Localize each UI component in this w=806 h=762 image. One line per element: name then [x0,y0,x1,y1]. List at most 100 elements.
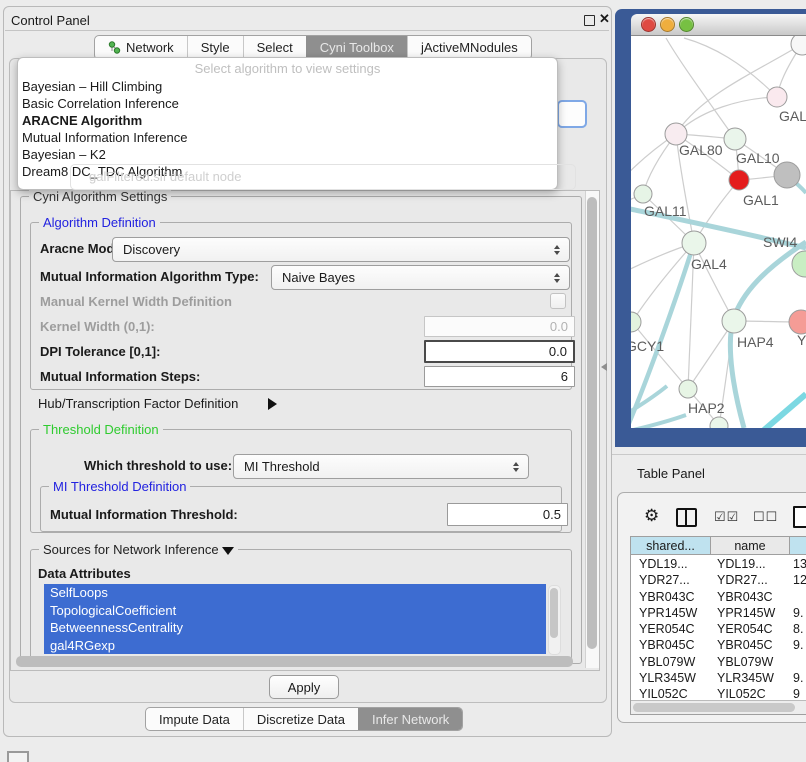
data-attribute-item[interactable]: SelfLoops [44,584,546,602]
data-attribute-item[interactable]: BetweennessCentrality [44,619,546,637]
group-title: Threshold Definition [39,422,163,437]
expand-right-icon[interactable] [268,398,277,410]
table-cell: YDR27... [631,572,711,588]
manual-kernel-checkbox[interactable] [550,293,566,309]
table-row[interactable]: YIL052CYIL052C9 [631,686,806,700]
settings-horizontal-scrollbar[interactable] [16,656,573,667]
stepper-arrows-icon [551,273,563,283]
scrollbar-thumb[interactable] [550,588,558,638]
kernel-width-input[interactable]: 0.0 [424,316,575,337]
split-columns-icon[interactable] [676,508,697,527]
network-window-titlebar[interactable] [631,14,806,36]
popup-placeholder: Select algorithm to view settings [18,58,557,78]
tab-infer-network[interactable]: Infer Network [358,708,462,730]
table-cell [790,654,806,670]
sources-title: Sources for Network Inference [43,542,219,557]
table-row[interactable]: YDL19...YDL19...13 [631,556,806,572]
tab-select[interactable]: Select [243,36,306,59]
minimize-window-icon[interactable] [660,17,675,32]
network-node-y[interactable] [789,310,806,334]
table-row[interactable]: YER054CYER054C8. [631,621,806,637]
input-value: 6 [561,369,568,384]
table-rows: YDL19...YDL19...13YDR27...YDR27...12YBR0… [631,556,806,700]
algorithm-option[interactable]: ARACNE Algorithm [18,112,557,129]
table-row[interactable]: YDR27...YDR27...12 [631,572,806,588]
network-node-swi4[interactable] [792,251,806,277]
network-canvas[interactable]: GALGAL80GAL10GAL1GAL11GAL4SWI4GCY1HAP4YH… [631,36,806,428]
tab-network[interactable]: Network [95,36,187,59]
dpi-tolerance-label: DPI Tolerance [0,1]: [40,344,160,359]
algorithm-option[interactable]: Basic Correlation Inference [18,95,557,112]
hub-section-label[interactable]: Hub/Transcription Factor Definition [38,396,238,411]
network-node[interactable] [774,162,800,188]
float-window-icon[interactable] [584,15,595,26]
table-cell [790,589,806,605]
show-columns-icon[interactable]: ☑☑ [714,509,739,525]
network-node-hap2[interactable] [679,380,697,398]
close-panel-icon[interactable]: ✕ [599,11,610,27]
table-horizontal-scrollbar[interactable] [631,700,806,714]
table-cell: YER054C [631,621,711,637]
network-node-hap4[interactable] [722,309,746,333]
tab-label: jActiveMNodules [421,40,518,55]
panel-title: Control Panel [11,13,90,28]
tab-impute-data[interactable]: Impute Data [146,708,243,730]
new-table-icon[interactable] [793,506,806,528]
algorithm-option[interactable]: Mutual Information Inference [18,129,557,146]
scrollbar-thumb[interactable] [633,703,795,712]
application-root: Control Panel ✕ Network Style Select Cyni T… [0,0,806,762]
collapse-down-icon[interactable] [222,547,234,555]
tab-label: Network [126,40,174,55]
bottom-tab-bar: Impute DataDiscretize DataInfer Network [145,707,463,731]
table-row[interactable]: YPR145WYPR145W9. [631,605,806,621]
mi-type-select[interactable]: Naive Bayes [271,265,570,290]
algorithm-option[interactable]: Bayesian – Hill Climbing [18,78,557,95]
algorithm-option[interactable]: Bayesian – K2 [18,146,557,163]
tab-jactivemnodules[interactable]: jActiveMNodules [407,36,531,59]
tab-style[interactable]: Style [187,36,243,59]
aracne-mode-select[interactable]: Discovery [112,237,570,262]
network-icon [108,41,121,54]
network-node-label: GAL11 [644,203,687,219]
network-node-gal[interactable] [767,87,787,107]
table-row[interactable]: YBR043CYBR043C [631,589,806,605]
network-node-gal11[interactable] [634,185,652,203]
which-threshold-select[interactable]: MI Threshold [233,454,529,479]
hide-columns-icon[interactable]: ☐☐ [753,509,778,525]
scrollbar-thumb[interactable] [587,197,597,649]
tab-discretize-data[interactable]: Discretize Data [243,708,358,730]
table-row[interactable]: YBL079WYBL079W [631,654,806,670]
zoom-window-icon[interactable] [679,17,694,32]
apply-button[interactable]: Apply [269,675,339,699]
focused-combo-fragment[interactable] [557,100,587,128]
network-node-gcy1[interactable] [631,312,641,332]
data-attribute-item[interactable]: gal4RGexp [44,637,546,655]
network-node-label: HAP4 [737,334,774,350]
mi-threshold-input[interactable]: 0.5 [447,503,568,526]
tab-label: Style [201,40,230,55]
data-attributes-list[interactable]: SelfLoopsTopologicalCoefficientBetweenne… [44,584,546,654]
settings-vertical-scrollbar[interactable] [585,191,599,668]
data-attribute-item[interactable]: TopologicalCoefficient [44,602,546,620]
table-selector-combo-ghost[interactable]: galFiltered.sif default node [70,164,576,190]
attributes-list-scrollbar[interactable] [548,585,561,655]
dpi-tolerance-input[interactable]: 0.0 [424,340,575,363]
table-row[interactable]: YBR045CYBR045C9. [631,637,806,653]
tab-label: Select [257,40,293,55]
close-window-icon[interactable] [641,17,656,32]
column-header-name[interactable]: name [711,537,790,555]
column-header-shared-name[interactable]: shared... [631,537,711,555]
network-node-gal1[interactable] [729,170,749,190]
tab-cyni-toolbox[interactable]: Cyni Toolbox [306,36,407,59]
tab-label: Cyni Toolbox [320,40,394,55]
column-header-partial[interactable] [790,537,806,555]
floating-tool-icon[interactable] [7,751,29,762]
table-row[interactable]: YLR345WYLR345W9. [631,670,806,686]
network-node-gal4[interactable] [682,231,706,255]
gear-icon[interactable]: ⚙ [644,506,659,526]
network-node[interactable] [791,36,806,55]
mi-steps-input[interactable]: 6 [424,366,575,387]
network-node-gal10[interactable] [724,128,746,150]
table-cell: 8. [790,621,806,637]
panel-divider-arrow-icon[interactable] [601,363,607,371]
